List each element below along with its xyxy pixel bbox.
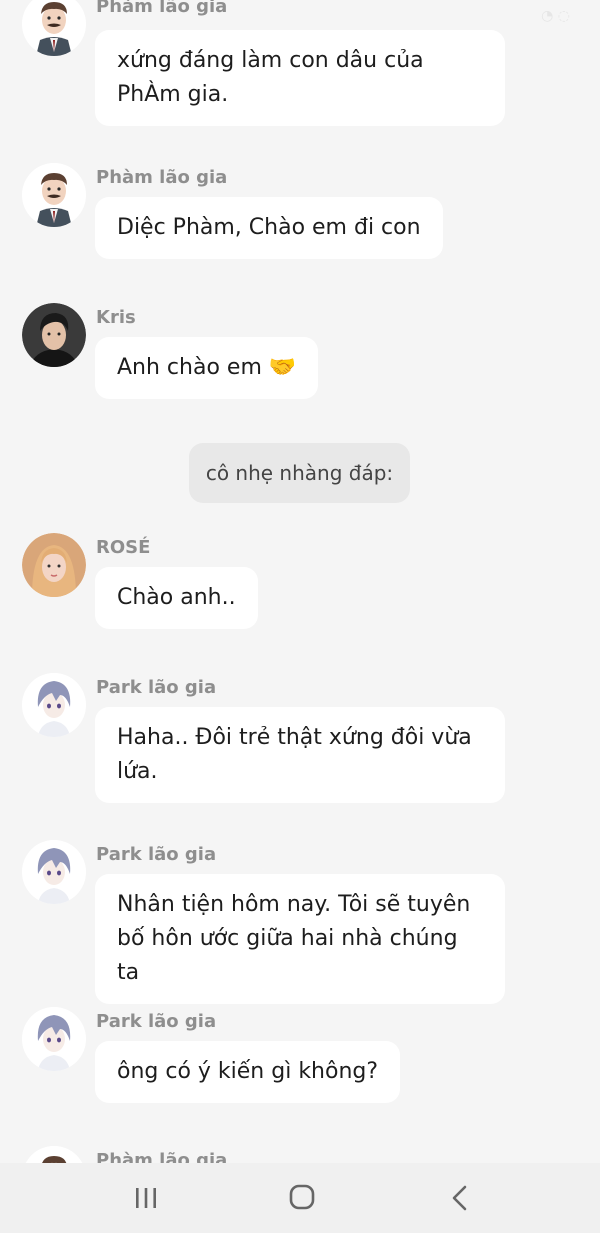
recent-apps-icon[interactable]	[126, 1181, 166, 1215]
home-icon[interactable]	[282, 1181, 322, 1215]
old-man-mustache-avatar[interactable]	[22, 163, 86, 227]
chat-screen: ◔ ◌ Phàm lão gia xứng đáng làm con dâu c…	[0, 0, 600, 1233]
sender-name: Park lão gia	[96, 677, 217, 698]
silver-hair-anime-avatar[interactable]	[22, 673, 86, 737]
blonde-woman-photo-avatar[interactable]	[22, 533, 86, 597]
sender-name: Park lão gia	[96, 1011, 217, 1032]
message-bubble: Chào anh..	[95, 567, 258, 629]
message-bubble: Anh chào em 🤝	[95, 337, 319, 399]
sender-name: ROSÉ	[96, 537, 151, 558]
sender-name: Phàm lão gia	[96, 167, 228, 188]
sender-name: Kris	[96, 307, 136, 328]
back-icon[interactable]	[440, 1181, 480, 1215]
message-bubble: ông có ý kiến gì không?	[95, 1041, 401, 1103]
message-bubble: Diệc Phàm, Chào em đi con	[95, 197, 443, 259]
young-man-photo-avatar[interactable]	[22, 303, 86, 367]
silver-hair-anime-avatar[interactable]	[22, 1007, 86, 1071]
old-man-mustache-avatar[interactable]	[22, 0, 86, 56]
message-bubble: Haha.. Đôi trẻ thật xứng đôi vừa lứa.	[95, 707, 505, 803]
sender-name: Phàm lão gia	[96, 0, 228, 17]
silver-hair-anime-avatar[interactable]	[22, 840, 86, 904]
sender-name: Park lão gia	[96, 844, 217, 865]
status-bar-icons: ◔ ◌	[541, 8, 570, 24]
message-bubble: Nhân tiện hôm nay. Tôi sẽ tuyên bố hôn ư…	[95, 874, 505, 1004]
narration-note: cô nhẹ nhàng đáp:	[189, 443, 410, 503]
message-bubble: xứng đáng làm con dâu của PhÀm gia.	[95, 30, 505, 126]
system-navigation-bar	[0, 1163, 600, 1233]
